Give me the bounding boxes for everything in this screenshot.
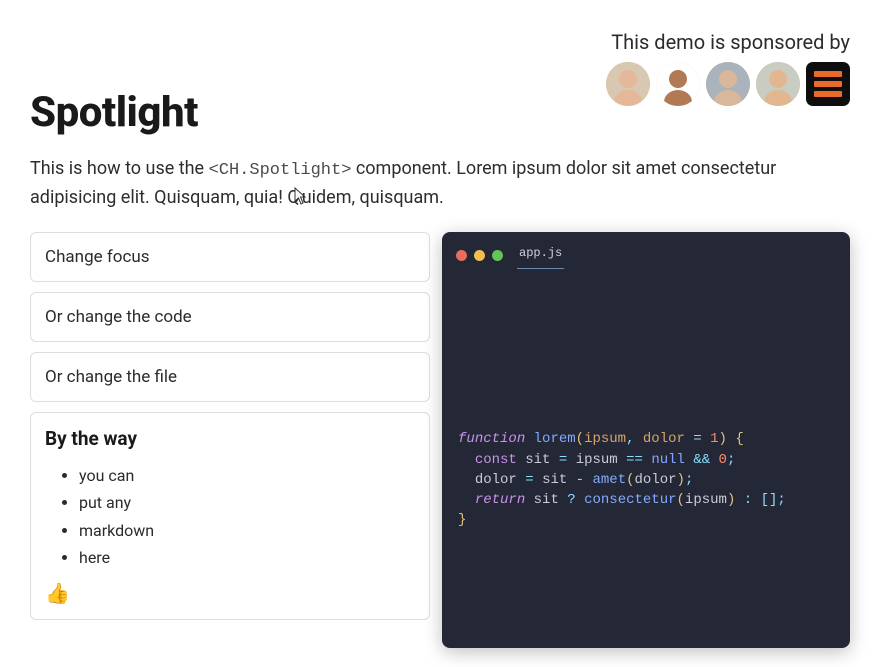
by-the-way-list: you canput anymarkdownhere: [79, 462, 415, 571]
code-token: 0: [719, 452, 727, 468]
by-the-way-heading: By the way: [45, 427, 415, 450]
code-token: ;: [685, 472, 693, 488]
code-token: =: [517, 472, 542, 488]
code-token: 1: [710, 431, 718, 447]
code-token: lorem: [534, 431, 576, 447]
step-card-2[interactable]: Or change the file: [30, 352, 430, 402]
sponsor-label: This demo is sponsored by: [606, 30, 850, 54]
step-card-by-the-way[interactable]: By the way you canput anymarkdownhere 👍: [30, 412, 430, 620]
code-token: ipsum: [576, 452, 618, 468]
intro-text-before: This is how to use the: [30, 158, 209, 179]
code-line: const sit = ipsum == null && 0;: [458, 452, 735, 468]
code-token: (: [677, 492, 685, 508]
list-item: here: [79, 544, 415, 571]
mouse-cursor-icon: [294, 186, 308, 214]
code-token: [517, 452, 525, 468]
code-token: return: [475, 492, 525, 508]
step-title: Change focus: [45, 247, 415, 267]
code-line: dolor = sit - amet(dolor);: [458, 472, 693, 488]
steps-column: Change focus Or change the code Or change …: [30, 232, 430, 620]
code-token: sit: [525, 452, 550, 468]
avatar-4[interactable]: [756, 62, 800, 106]
avatar-2[interactable]: [656, 62, 700, 106]
component-code-literal: <CH.Spotlight>: [209, 161, 352, 180]
code-body: function lorem(ipsum, dolor = 1) { const…: [442, 269, 850, 648]
close-dot-icon[interactable]: [456, 250, 467, 261]
code-token: sit: [542, 472, 567, 488]
code-token: &&: [685, 452, 719, 468]
code-token: [458, 452, 475, 468]
code-token: ): [719, 431, 727, 447]
code-token: ?: [559, 492, 584, 508]
code-token: [525, 431, 533, 447]
code-token: [458, 472, 475, 488]
sponsor-block: This demo is sponsored by: [606, 30, 850, 106]
step-card-1[interactable]: Or change the code: [30, 292, 430, 342]
code-token: ;: [727, 452, 735, 468]
thumbs-up-icon: 👍: [45, 581, 415, 605]
code-token: :: [735, 492, 760, 508]
code-token: const: [475, 452, 517, 468]
code-token: {: [727, 431, 744, 447]
code-line: }: [458, 512, 466, 528]
code-token: dolor: [643, 431, 685, 447]
avatar-1[interactable]: [606, 62, 650, 106]
code-token: ;: [777, 492, 785, 508]
maximize-dot-icon[interactable]: [492, 250, 503, 261]
code-token: dolor: [635, 472, 677, 488]
step-title: Or change the code: [45, 307, 415, 327]
code-token: [458, 492, 475, 508]
sponsor-avatar-row: [606, 62, 850, 106]
avatar-3[interactable]: [706, 62, 750, 106]
code-token: (: [576, 431, 584, 447]
code-token: [525, 492, 533, 508]
code-line: return sit ? consectetur(ipsum) : [];: [458, 492, 786, 508]
code-token: amet: [593, 472, 627, 488]
sponsor-logo[interactable]: [806, 62, 850, 106]
code-token: ==: [618, 452, 652, 468]
list-item: put any: [79, 489, 415, 516]
list-item: you can: [79, 462, 415, 489]
code-panel-header: app.js: [442, 232, 850, 269]
code-token: ipsum: [584, 431, 626, 447]
list-item: markdown: [79, 517, 415, 544]
code-token: }: [458, 512, 466, 528]
minimize-dot-icon[interactable]: [474, 250, 485, 261]
window-traffic-lights: [456, 250, 503, 261]
code-line: function lorem(ipsum, dolor = 1) {: [458, 431, 744, 447]
code-token: ,: [626, 431, 643, 447]
code-token: function: [458, 431, 525, 447]
code-tab-filename[interactable]: app.js: [517, 242, 564, 269]
code-token: sit: [534, 492, 559, 508]
step-card-0[interactable]: Change focus: [30, 232, 430, 282]
code-token: consectetur: [584, 492, 676, 508]
intro-paragraph: This is how to use the <CH.Spotlight> co…: [30, 155, 810, 214]
code-token: -: [567, 472, 592, 488]
code-panel: app.js function lorem(ipsum, dolor = 1) …: [442, 232, 850, 648]
step-title: Or change the file: [45, 367, 415, 387]
code-token: ): [677, 472, 685, 488]
code-token: ipsum: [685, 492, 727, 508]
code-token: null: [651, 452, 685, 468]
code-token: (: [626, 472, 634, 488]
code-token: =: [685, 431, 710, 447]
code-token: =: [550, 452, 575, 468]
code-token: []: [761, 492, 778, 508]
code-token: dolor: [475, 472, 517, 488]
